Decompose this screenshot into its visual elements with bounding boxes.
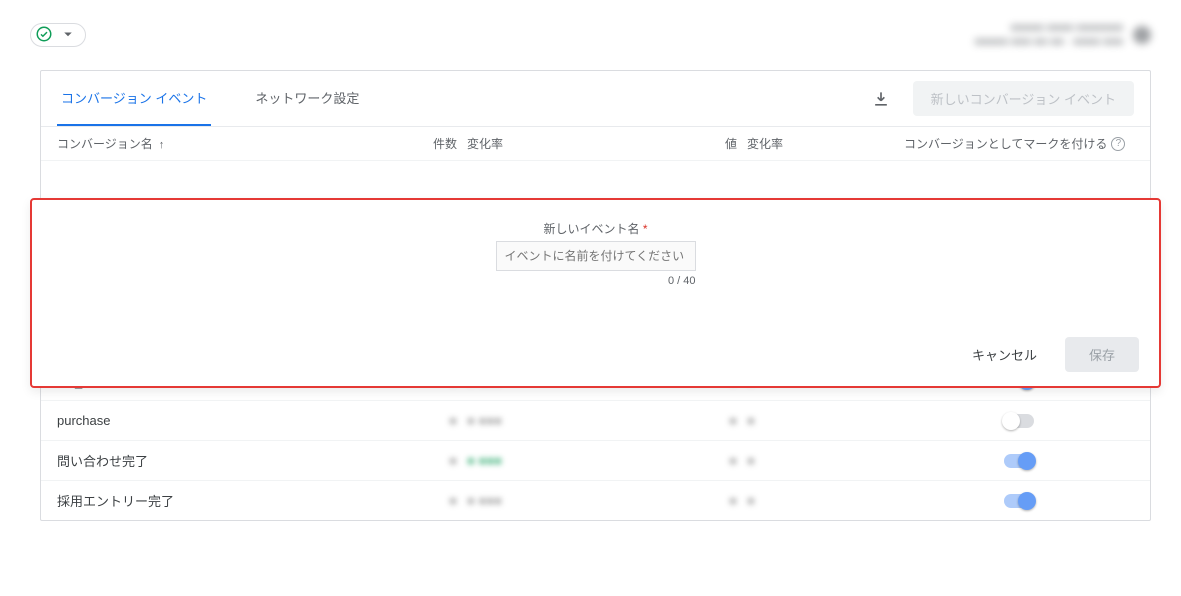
column-count-header: 件数 bbox=[397, 135, 457, 152]
row-value: ■ bbox=[677, 413, 737, 428]
mark-toggle[interactable] bbox=[1004, 454, 1034, 468]
check-circle-icon bbox=[35, 25, 53, 46]
column-rate1-header: 変化率 bbox=[457, 135, 537, 152]
char-counter: 0 / 40 bbox=[496, 275, 696, 287]
mark-toggle[interactable] bbox=[1004, 494, 1034, 508]
row-rate2: ■ bbox=[737, 493, 817, 508]
help-icon[interactable]: ? bbox=[1111, 137, 1125, 151]
row-rate2: ■ bbox=[737, 453, 817, 468]
cancel-button[interactable]: キャンセル bbox=[960, 337, 1049, 372]
new-event-dialog: 新しいイベント名 * 0 / 40 キャンセル 保存 bbox=[30, 198, 1161, 388]
row-rate1: ■ ■■■ bbox=[457, 453, 537, 468]
column-mark-header: コンバージョンとしてマークを付ける ? bbox=[904, 135, 1134, 152]
chevron-down-icon bbox=[59, 25, 77, 46]
header-meta-line2: ■■■■■ ■■■ ■■ ■■ - ■■■■ ■■■ bbox=[975, 35, 1123, 49]
tab-conversion-events[interactable]: コンバージョン イベント bbox=[57, 71, 211, 126]
table-header: コンバージョン名 件数 変化率 値 変化率 コンバージョンとしてマークを付ける … bbox=[41, 127, 1150, 160]
row-name: purchase bbox=[57, 413, 397, 428]
mark-toggle[interactable] bbox=[1004, 414, 1034, 428]
row-rate1: ■ ■■■ bbox=[457, 493, 537, 508]
table-row: purchase■■ ■■■■■ bbox=[41, 400, 1150, 440]
row-count: ■ bbox=[397, 453, 457, 468]
header-dot-icon bbox=[1133, 26, 1151, 44]
row-value: ■ bbox=[677, 453, 737, 468]
header-meta-line1: ■■■■■ ■■■■ ■■■■■■■ bbox=[975, 21, 1123, 35]
download-icon[interactable] bbox=[865, 83, 897, 115]
new-event-label: 新しいイベント名 * bbox=[543, 220, 647, 237]
header-meta: ■■■■■ ■■■■ ■■■■■■■ ■■■■■ ■■■ ■■ ■■ - ■■■… bbox=[975, 21, 1151, 49]
status-chip[interactable] bbox=[30, 23, 86, 47]
column-value-header: 値 bbox=[677, 135, 737, 152]
new-conversion-event-button[interactable]: 新しいコンバージョン イベント bbox=[913, 81, 1134, 116]
table-row: 問い合わせ完了■■ ■■■■■ bbox=[41, 440, 1150, 480]
column-name-header[interactable]: コンバージョン名 bbox=[57, 135, 397, 152]
row-count: ■ bbox=[397, 493, 457, 508]
tab-network-settings[interactable]: ネットワーク設定 bbox=[251, 71, 363, 126]
save-button[interactable]: 保存 bbox=[1065, 337, 1139, 372]
row-rate2: ■ bbox=[737, 413, 817, 428]
row-name: 問い合わせ完了 bbox=[57, 451, 397, 470]
row-name: 採用エントリー完了 bbox=[57, 491, 397, 510]
row-rate1: ■ ■■■ bbox=[457, 413, 537, 428]
event-name-input[interactable] bbox=[496, 241, 696, 271]
table-row: 採用エントリー完了■■ ■■■■■ bbox=[41, 480, 1150, 520]
sort-asc-icon bbox=[157, 137, 165, 151]
row-value: ■ bbox=[677, 493, 737, 508]
row-count: ■ bbox=[397, 413, 457, 428]
column-rate2-header: 変化率 bbox=[737, 135, 817, 152]
